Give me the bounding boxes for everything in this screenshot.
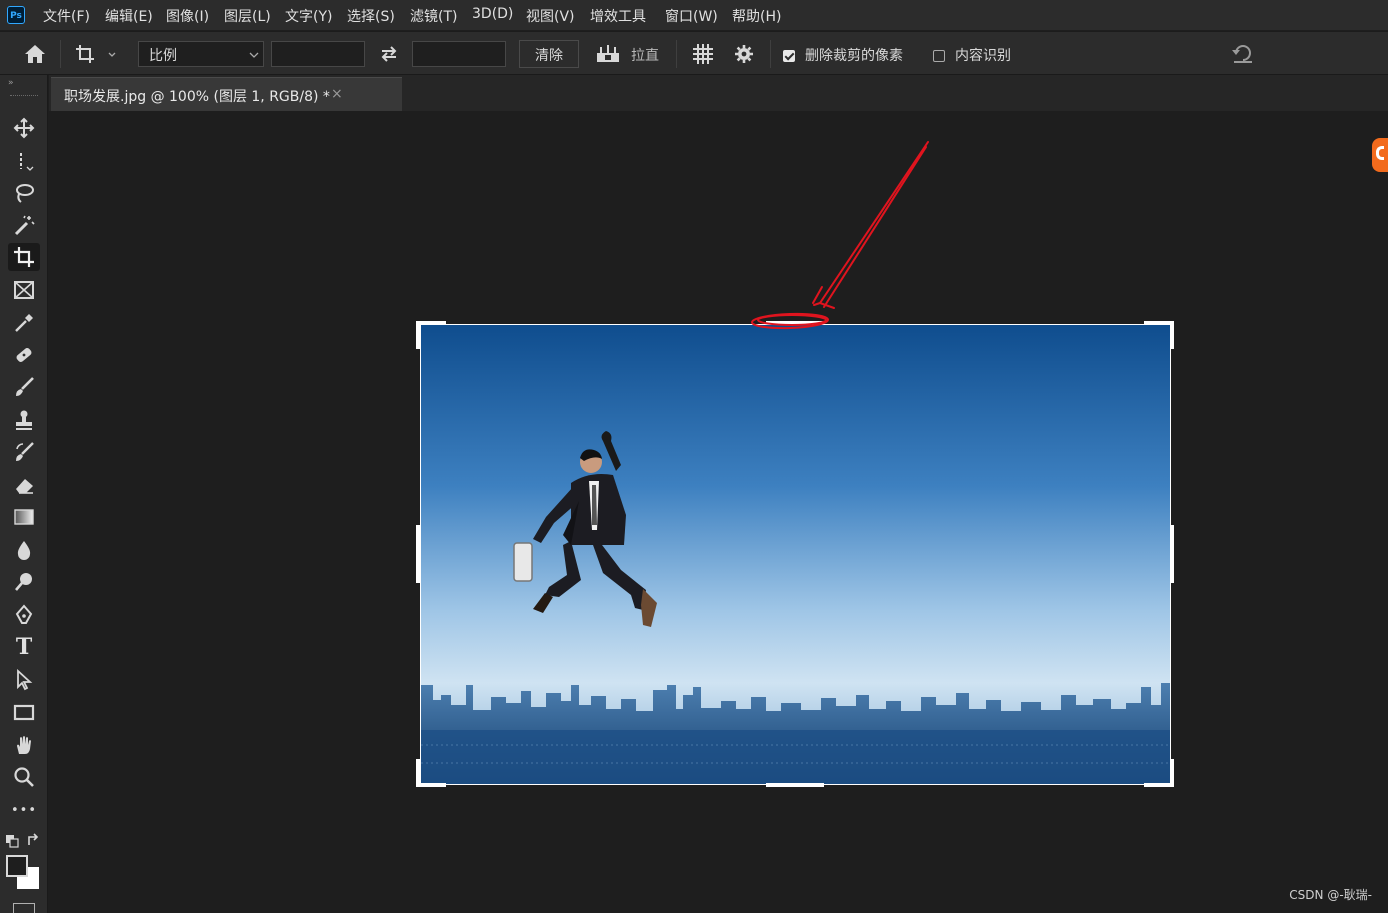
foreground-color-swatch[interactable] xyxy=(6,855,28,877)
marquee-tool-icon[interactable] xyxy=(8,147,40,175)
type-tool-icon[interactable]: T xyxy=(8,633,40,661)
more-tools-glyph: ••• xyxy=(10,802,37,818)
more-tools-icon[interactable]: ••• xyxy=(8,796,40,824)
tool-preset-picker[interactable] xyxy=(74,42,122,66)
history-brush-tool-icon[interactable] xyxy=(8,438,40,466)
crop-tool-icon[interactable] xyxy=(8,243,40,271)
crop-handle-top-left[interactable] xyxy=(416,321,420,349)
document-tab-bar: 职场发展.jpg @ 100% (图层 1, RGB/8) * × xyxy=(49,75,1388,111)
reset-icon[interactable] xyxy=(1231,43,1255,65)
separator xyxy=(676,40,677,68)
content-aware-label: 内容识别 xyxy=(955,48,1011,64)
crop-handle-bottom-left[interactable] xyxy=(416,759,420,787)
eyedropper-tool-icon[interactable] xyxy=(8,309,40,337)
straighten-label[interactable]: 拉直 xyxy=(631,45,659,65)
menu-select[interactable]: 选择(S) xyxy=(347,6,395,26)
crop-handle-top-right[interactable] xyxy=(1170,321,1174,349)
crop-handle-bottom[interactable] xyxy=(766,783,824,787)
menu-window[interactable]: 窗口(W) xyxy=(665,6,718,26)
path-selection-tool-icon[interactable] xyxy=(8,666,40,694)
gradient-tool-icon[interactable] xyxy=(8,503,40,531)
menu-layer[interactable]: 图层(L) xyxy=(224,6,271,26)
ratio-select[interactable]: 比例 xyxy=(138,41,264,67)
menu-plugins[interactable]: 增效工具 xyxy=(590,6,646,26)
quick-mask-icon[interactable] xyxy=(13,903,35,913)
rectangle-tool-icon[interactable] xyxy=(8,698,40,726)
lasso-tool-icon[interactable] xyxy=(8,179,40,207)
menu-help[interactable]: 帮助(H) xyxy=(732,6,781,26)
default-colors-icon[interactable] xyxy=(5,833,19,848)
menu-type[interactable]: 文字(Y) xyxy=(285,6,332,26)
menu-filter[interactable]: 滤镜(T) xyxy=(410,6,457,26)
crop-handle-left[interactable] xyxy=(416,525,420,583)
move-tool-icon[interactable] xyxy=(8,114,40,142)
menu-image[interactable]: 图像(I) xyxy=(166,6,209,26)
crop-handle-bottom-right[interactable] xyxy=(1170,759,1174,787)
annotation-arrow xyxy=(751,141,929,330)
menu-edit[interactable]: 编辑(E) xyxy=(105,6,153,26)
content-aware-checkbox[interactable] xyxy=(933,50,945,62)
home-icon[interactable] xyxy=(22,42,48,66)
photoshop-logo[interactable]: Ps xyxy=(7,6,25,24)
swap-colors-icon[interactable] xyxy=(26,832,42,848)
pen-tool-icon[interactable] xyxy=(8,601,40,629)
healing-brush-tool-icon[interactable] xyxy=(8,341,40,369)
close-icon[interactable]: × xyxy=(331,86,343,102)
watermark-text: CSDN @-耿瑞- xyxy=(1289,888,1372,902)
menu-bar: Ps 文件(F) 编辑(E) 图像(I) 图层(L) 文字(Y) 选择(S) 滤… xyxy=(0,0,1388,30)
side-widget-glyph xyxy=(1376,146,1384,160)
zoom-tool-icon[interactable] xyxy=(8,763,40,791)
crop-handle-right[interactable] xyxy=(1170,525,1174,583)
width-input[interactable] xyxy=(271,41,365,67)
swap-icon[interactable] xyxy=(378,44,400,64)
type-tool-glyph: T xyxy=(15,634,33,660)
chevron-down-icon xyxy=(249,52,259,58)
document-tab-title: 职场发展.jpg @ 100% (图层 1, RGB/8) * xyxy=(64,89,330,105)
clone-stamp-tool-icon[interactable] xyxy=(8,406,40,434)
magic-wand-tool-icon[interactable] xyxy=(8,211,40,239)
ratio-select-value: 比例 xyxy=(149,48,177,64)
crop-handle-bottom-left[interactable] xyxy=(416,783,446,787)
tools-panel: » T ••• xyxy=(0,75,48,913)
gear-icon[interactable] xyxy=(734,44,754,64)
clear-button[interactable]: 清除 xyxy=(519,40,579,68)
blur-tool-icon[interactable] xyxy=(8,536,40,564)
eraser-tool-icon[interactable] xyxy=(8,471,40,499)
crop-bounding-box[interactable] xyxy=(420,324,1171,785)
delete-cropped-checkbox[interactable] xyxy=(783,50,795,62)
menu-3d[interactable]: 3D(D) xyxy=(472,6,513,22)
delete-cropped-label: 删除裁剪的像素 xyxy=(805,48,903,64)
menu-view[interactable]: 视图(V) xyxy=(526,6,575,26)
separator xyxy=(770,40,771,68)
collapse-toggle-icon[interactable]: » xyxy=(8,78,14,88)
crop-handle-top-left[interactable] xyxy=(416,321,446,325)
straighten-icon[interactable] xyxy=(595,43,621,65)
menu-file[interactable]: 文件(F) xyxy=(43,6,90,26)
document-tab[interactable]: 职场发展.jpg @ 100% (图层 1, RGB/8) * × xyxy=(51,77,402,111)
separator xyxy=(60,40,61,68)
hand-tool-icon[interactable] xyxy=(8,731,40,759)
options-bar: 比例 清除 拉直 删除裁剪的像素 内容识别 xyxy=(0,31,1388,75)
frame-tool-icon[interactable] xyxy=(8,276,40,304)
clear-button-label: 清除 xyxy=(535,48,563,64)
dodge-tool-icon[interactable] xyxy=(8,568,40,596)
grid-overlay-icon[interactable] xyxy=(691,43,715,65)
height-input[interactable] xyxy=(412,41,506,67)
panel-grip xyxy=(10,95,38,98)
brush-tool-icon[interactable] xyxy=(8,373,40,401)
